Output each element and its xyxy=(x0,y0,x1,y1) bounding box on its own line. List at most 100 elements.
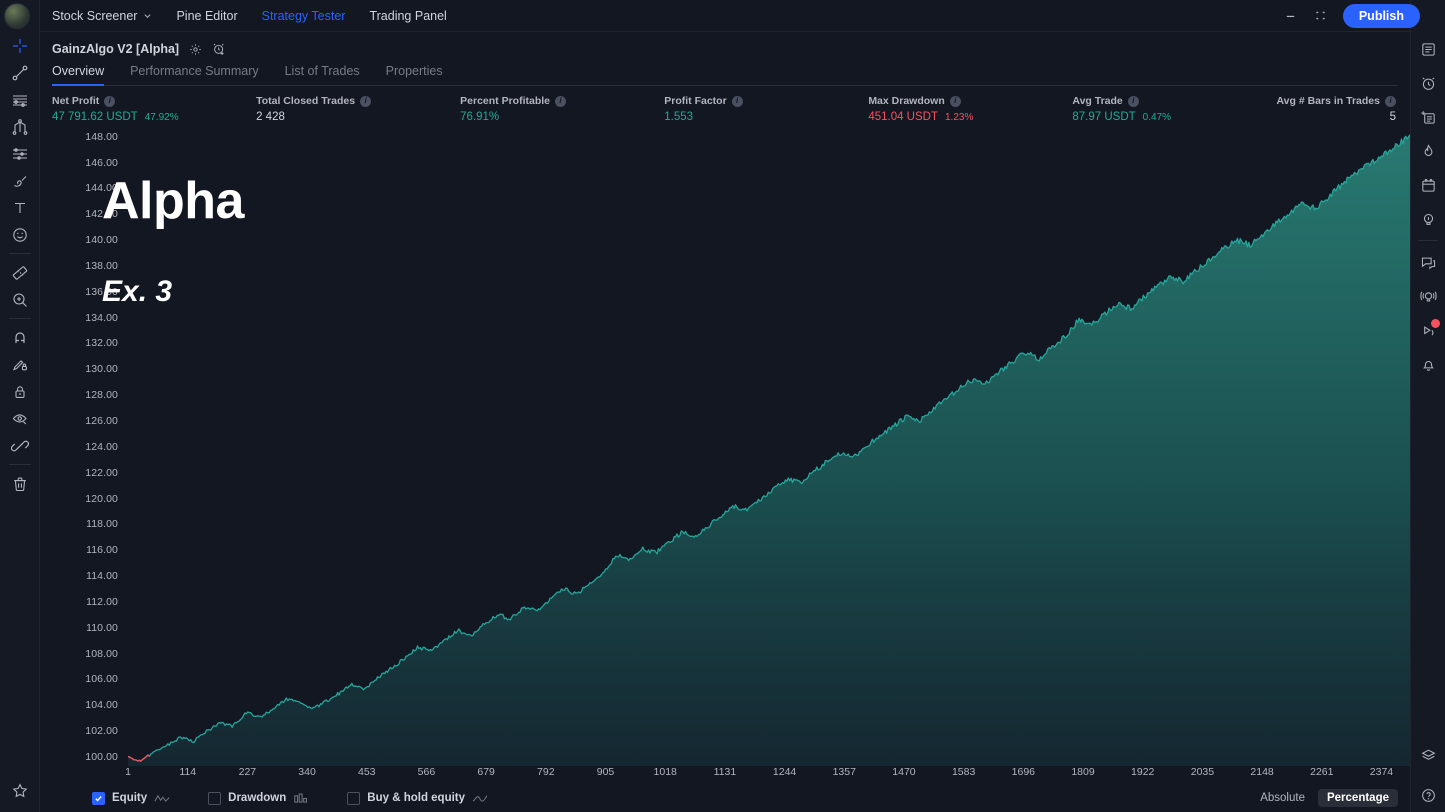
magnet-icon[interactable] xyxy=(0,324,40,351)
x-axis-tick: 1922 xyxy=(1131,766,1154,778)
tab-label: Performance Summary xyxy=(130,64,259,78)
minimize-icon[interactable] xyxy=(1277,3,1305,29)
info-icon[interactable]: i xyxy=(732,96,743,107)
toggle-percentage[interactable]: Percentage xyxy=(1318,789,1398,807)
x-axis-tick: 1244 xyxy=(773,766,796,778)
nav-item-pine-editor[interactable]: Pine Editor xyxy=(164,0,249,32)
metric-label-text: Avg Trade xyxy=(1072,95,1122,107)
nav-item-strategy-tester[interactable]: Strategy Tester xyxy=(250,0,358,32)
page-title: GainzAlgo V2 [Alpha] xyxy=(52,42,179,56)
y-axis: 100.00102.00104.00106.00108.00110.00112.… xyxy=(40,129,128,766)
trend-line-icon[interactable] xyxy=(0,59,40,86)
info-icon[interactable]: i xyxy=(1128,96,1139,107)
help-question-icon[interactable] xyxy=(1411,778,1445,812)
tab-list-of-trades[interactable]: List of Trades xyxy=(285,64,372,86)
pitchfork-icon[interactable] xyxy=(0,113,40,140)
nav-label: Trading Panel xyxy=(369,9,446,23)
remove-drawings-icon[interactable] xyxy=(0,470,40,497)
sync-drawings-icon[interactable] xyxy=(0,432,40,459)
hotlist-flame-icon[interactable] xyxy=(1411,134,1445,168)
watchlist-icon[interactable] xyxy=(1411,32,1445,66)
stay-in-drawing-mode-icon[interactable] xyxy=(0,351,40,378)
chart-legend-bar: Equity Drawdown xyxy=(40,784,1410,812)
x-axis-tick: 340 xyxy=(298,766,316,778)
notification-badge xyxy=(1431,319,1440,328)
tab-performance-summary[interactable]: Performance Summary xyxy=(130,64,271,86)
x-axis-tick: 1357 xyxy=(833,766,856,778)
emoji-icon[interactable] xyxy=(0,221,40,248)
legend-item-buy-and-hold-equity[interactable]: Buy & hold equity xyxy=(347,792,488,805)
favorites-star-icon[interactable] xyxy=(0,777,40,804)
info-icon[interactable]: i xyxy=(555,96,566,107)
equity-checkbox[interactable] xyxy=(92,792,105,805)
info-icon[interactable]: i xyxy=(1385,96,1396,107)
avatar[interactable] xyxy=(4,3,30,29)
brush-icon[interactable] xyxy=(0,167,40,194)
fib-retracement-icon[interactable] xyxy=(0,140,40,167)
publish-button[interactable]: Publish xyxy=(1343,4,1420,28)
y-axis-tick: 104.00 xyxy=(85,699,118,711)
metric-label-text: Max Drawdown xyxy=(868,95,944,107)
chat-icon[interactable] xyxy=(1411,245,1445,279)
toggle-absolute[interactable]: Absolute xyxy=(1251,789,1314,807)
metric-value-sub: 1.23% xyxy=(945,112,973,123)
info-icon[interactable]: i xyxy=(104,96,115,107)
metric-label: Profit Factor i xyxy=(664,95,868,107)
main-panel: Stock Screener Pine Editor Strategy Test… xyxy=(40,0,1410,812)
broadcast-icon[interactable] xyxy=(1411,279,1445,313)
right-sidebar xyxy=(1410,0,1445,812)
stream-play-icon[interactable] xyxy=(1411,313,1445,347)
metric-label: Avg # Bars in Trades i xyxy=(1276,95,1396,107)
nav-item-trading-panel[interactable]: Trading Panel xyxy=(357,0,458,32)
toolbar-divider xyxy=(9,253,31,254)
alerts-clock-icon[interactable] xyxy=(1411,66,1445,100)
tab-properties[interactable]: Properties xyxy=(386,64,455,86)
notifications-bell-icon[interactable] xyxy=(1411,347,1445,381)
x-axis-tick: 905 xyxy=(597,766,615,778)
metric-label-text: Profit Factor xyxy=(664,95,726,107)
gear-icon[interactable] xyxy=(189,43,202,56)
metric-net-profit: Net Profit i 47 791.62 USDT 47.92% xyxy=(52,95,256,123)
x-axis-tick: 114 xyxy=(179,766,196,778)
object-tree-layers-icon[interactable] xyxy=(1411,738,1445,772)
equity-chart[interactable]: 100.00102.00104.00106.00108.00110.00112.… xyxy=(40,129,1410,812)
add-alert-icon[interactable] xyxy=(212,42,226,56)
metric-value-main: 47 791.62 USDT xyxy=(52,111,138,123)
drawdown-checkbox[interactable] xyxy=(208,792,221,805)
lock-drawings-icon[interactable] xyxy=(0,378,40,405)
ideas-bulb-icon[interactable] xyxy=(1411,202,1445,236)
text-tool-icon[interactable] xyxy=(0,194,40,221)
buy-and-hold-checkbox[interactable] xyxy=(347,792,360,805)
measure-ruler-icon[interactable] xyxy=(0,259,40,286)
calendar-icon[interactable] xyxy=(1411,168,1445,202)
strategy-header: GainzAlgo V2 [Alpha] xyxy=(40,32,1410,86)
info-icon[interactable]: i xyxy=(360,96,371,107)
cross-cursor-icon[interactable] xyxy=(0,32,40,59)
y-axis-tick: 110.00 xyxy=(86,622,118,634)
y-axis-tick: 130.00 xyxy=(85,363,118,375)
metric-value: 2 428 xyxy=(256,111,460,123)
metric-label-text: Avg # Bars in Trades xyxy=(1276,95,1380,107)
chevron-down-icon xyxy=(143,9,152,23)
metric-percent-profitable: Percent Profitable i 76.91% xyxy=(460,95,664,123)
x-axis-tick: 792 xyxy=(537,766,555,778)
maximize-icon[interactable] xyxy=(1307,3,1335,29)
y-axis-tick: 146.00 xyxy=(85,157,118,169)
metric-value-sub: 0.47% xyxy=(1143,112,1171,123)
horizontal-lines-icon[interactable] xyxy=(0,86,40,113)
legend-item-drawdown[interactable]: Drawdown xyxy=(208,792,309,805)
info-icon[interactable]: i xyxy=(950,96,961,107)
metric-value: 5 xyxy=(1276,111,1396,123)
legend-item-equity[interactable]: Equity xyxy=(92,792,170,805)
nav-item-stock-screener[interactable]: Stock Screener xyxy=(40,0,164,32)
data-window-icon[interactable] xyxy=(1411,100,1445,134)
metric-value: 1.553 xyxy=(664,111,868,123)
x-axis-tick: 2374 xyxy=(1370,766,1393,778)
y-axis-tick: 108.00 xyxy=(85,648,118,660)
bar-chart-icon xyxy=(293,793,309,804)
tab-overview[interactable]: Overview xyxy=(52,64,116,86)
hide-drawings-icon[interactable] xyxy=(0,405,40,432)
y-axis-tick: 140.00 xyxy=(85,234,118,246)
metric-total-closed-trades: Total Closed Trades i 2 428 xyxy=(256,95,460,123)
zoom-in-icon[interactable] xyxy=(0,286,40,313)
